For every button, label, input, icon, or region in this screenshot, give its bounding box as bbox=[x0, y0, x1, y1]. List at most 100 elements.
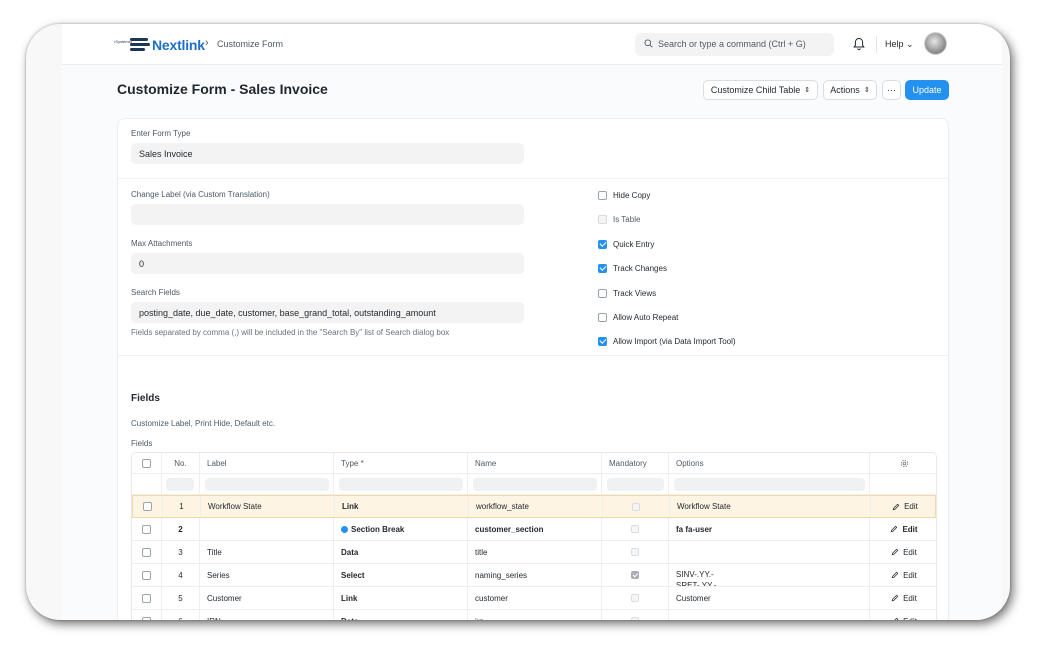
checkbox-label: Is Table bbox=[613, 214, 641, 224]
edit-button[interactable]: Edit bbox=[871, 496, 936, 517]
more-options-button[interactable]: ··· bbox=[882, 80, 901, 100]
max-attachments-input[interactable]: 0 bbox=[131, 253, 524, 274]
max-attachments-label: Max Attachments bbox=[131, 239, 193, 248]
checkbox-row-hide-copy[interactable]: Hide Copy bbox=[598, 189, 650, 201]
mandatory-cell bbox=[602, 564, 669, 586]
edit-button[interactable]: Edit bbox=[870, 610, 936, 620]
edit-button[interactable]: Edit bbox=[870, 518, 936, 540]
filter-options-input[interactable] bbox=[674, 478, 865, 491]
actions-button[interactable]: Actions ⇕ bbox=[823, 80, 877, 100]
checkbox[interactable] bbox=[598, 312, 607, 322]
filter-cell bbox=[162, 474, 200, 494]
checkbox[interactable] bbox=[598, 263, 607, 273]
field-label: Series bbox=[200, 564, 334, 586]
mandatory-cell bbox=[602, 541, 669, 563]
fields-section-heading: Fields bbox=[131, 393, 160, 404]
field-type: Data bbox=[334, 610, 468, 620]
filter-label-input[interactable] bbox=[205, 478, 329, 491]
edit-button[interactable]: Edit bbox=[870, 541, 936, 563]
section-divider bbox=[118, 178, 948, 179]
field-options: Customer bbox=[669, 587, 870, 609]
field-name: naming_series bbox=[468, 564, 602, 586]
row-select-cell[interactable] bbox=[132, 564, 162, 586]
search-fields-label: Search Fields bbox=[131, 288, 180, 297]
table-row[interactable]: 2 Section Break customer_section fa fa-user… bbox=[132, 518, 936, 541]
table-row[interactable]: 1 Workflow State Link workflow_state Workflo… bbox=[132, 495, 936, 518]
row-checkbox[interactable] bbox=[142, 593, 151, 603]
row-select-cell[interactable] bbox=[132, 610, 162, 620]
checkbox[interactable] bbox=[598, 288, 607, 298]
search-input[interactable]: Search or type a command (Ctrl + G) bbox=[658, 39, 806, 49]
row-select-cell[interactable] bbox=[132, 541, 162, 563]
update-button[interactable]: Update bbox=[905, 80, 949, 100]
checkbox-row-quick-entry[interactable]: Quick Entry bbox=[598, 238, 654, 250]
grid-filter-row bbox=[132, 474, 936, 495]
row-checkbox[interactable] bbox=[142, 570, 151, 580]
row-checkbox[interactable] bbox=[142, 524, 151, 534]
mandatory-checkbox bbox=[631, 617, 639, 620]
checkbox-row-allow-import-via-data-import-tool[interactable]: Allow Import (via Data Import Tool) bbox=[598, 335, 736, 347]
mandatory-checkbox bbox=[631, 525, 639, 533]
filter-no-input[interactable] bbox=[166, 478, 194, 491]
section-divider bbox=[118, 355, 948, 356]
checkbox-label: Track Changes bbox=[613, 263, 667, 273]
checkbox[interactable] bbox=[598, 239, 607, 249]
help-dropdown[interactable]: Help ⌄ bbox=[885, 39, 914, 50]
gear-icon[interactable] bbox=[900, 459, 909, 468]
checkbox[interactable] bbox=[598, 190, 607, 200]
breadcrumb-customize-form[interactable]: Customize Form bbox=[217, 39, 283, 49]
brand-logo[interactable]: Nextlink bbox=[130, 35, 205, 55]
checkbox-row-track-changes[interactable]: Track Changes bbox=[598, 262, 667, 274]
search-fields-input[interactable]: posting_date, due_date, customer, base_g… bbox=[131, 302, 524, 323]
edit-label: Edit bbox=[903, 547, 917, 557]
row-select-cell[interactable] bbox=[133, 496, 163, 517]
checkbox-row-track-views[interactable]: Track Views bbox=[598, 287, 656, 299]
select-all-checkbox-cell[interactable] bbox=[132, 453, 162, 473]
row-select-cell[interactable] bbox=[132, 518, 162, 540]
field-type-text: Data bbox=[341, 617, 358, 621]
row-number: 4 bbox=[162, 564, 200, 586]
select-all-checkbox[interactable] bbox=[142, 458, 151, 468]
search-bar[interactable]: Search or type a command (Ctrl + G) bbox=[635, 33, 834, 56]
filter-mandatory-input[interactable] bbox=[607, 478, 664, 491]
mandatory-cell bbox=[602, 587, 669, 609]
row-checkbox[interactable] bbox=[142, 616, 151, 620]
table-row[interactable]: 5 Customer Link customer Customer Edit bbox=[132, 587, 936, 610]
change-label-label: Change Label (via Custom Translation) bbox=[131, 190, 270, 199]
row-checkbox[interactable] bbox=[142, 547, 151, 557]
field-options bbox=[669, 610, 870, 620]
field-name: title bbox=[468, 541, 602, 563]
row-select-cell[interactable] bbox=[132, 587, 162, 609]
filter-cell bbox=[602, 474, 669, 494]
form-type-input[interactable]: Sales Invoice bbox=[131, 143, 524, 164]
field-type-text: Data bbox=[341, 547, 359, 557]
row-checkbox[interactable] bbox=[143, 502, 152, 511]
mandatory-cell bbox=[603, 496, 670, 517]
edit-button[interactable]: Edit bbox=[870, 564, 936, 586]
column-header-type: Type * bbox=[334, 453, 468, 473]
mandatory-checkbox bbox=[632, 502, 640, 511]
filter-cell bbox=[334, 474, 468, 494]
field-type: Data bbox=[334, 541, 468, 563]
filter-name-input[interactable] bbox=[473, 478, 597, 491]
change-label-input[interactable] bbox=[131, 204, 524, 225]
row-number: 1 bbox=[163, 496, 201, 517]
filter-type-input[interactable] bbox=[339, 478, 463, 491]
search-icon bbox=[644, 39, 653, 48]
checkbox[interactable] bbox=[598, 336, 607, 346]
checkbox-label: Quick Entry bbox=[613, 239, 655, 249]
column-settings-cell[interactable] bbox=[870, 453, 936, 473]
table-row[interactable]: 3 Title Data title Edit bbox=[132, 541, 936, 564]
table-row[interactable]: 4 Series Select naming_series SINV-.YY.- SRE… bbox=[132, 564, 936, 587]
checkbox-label: Track Views bbox=[613, 288, 657, 298]
checkbox-row-allow-auto-repeat[interactable]: Allow Auto Repeat bbox=[598, 311, 678, 323]
customize-child-table-button[interactable]: Customize Child Table ⇕ bbox=[703, 80, 818, 100]
actions-label: Actions bbox=[830, 85, 860, 95]
notification-bell-icon[interactable] bbox=[853, 37, 865, 51]
mandatory-cell bbox=[602, 610, 669, 620]
user-avatar[interactable] bbox=[924, 32, 947, 55]
column-header-options: Options bbox=[669, 453, 870, 473]
column-header-name: Name bbox=[468, 453, 602, 473]
edit-button[interactable]: Edit bbox=[870, 587, 936, 609]
table-row[interactable]: 6IRN Data irn Edit bbox=[132, 610, 936, 620]
